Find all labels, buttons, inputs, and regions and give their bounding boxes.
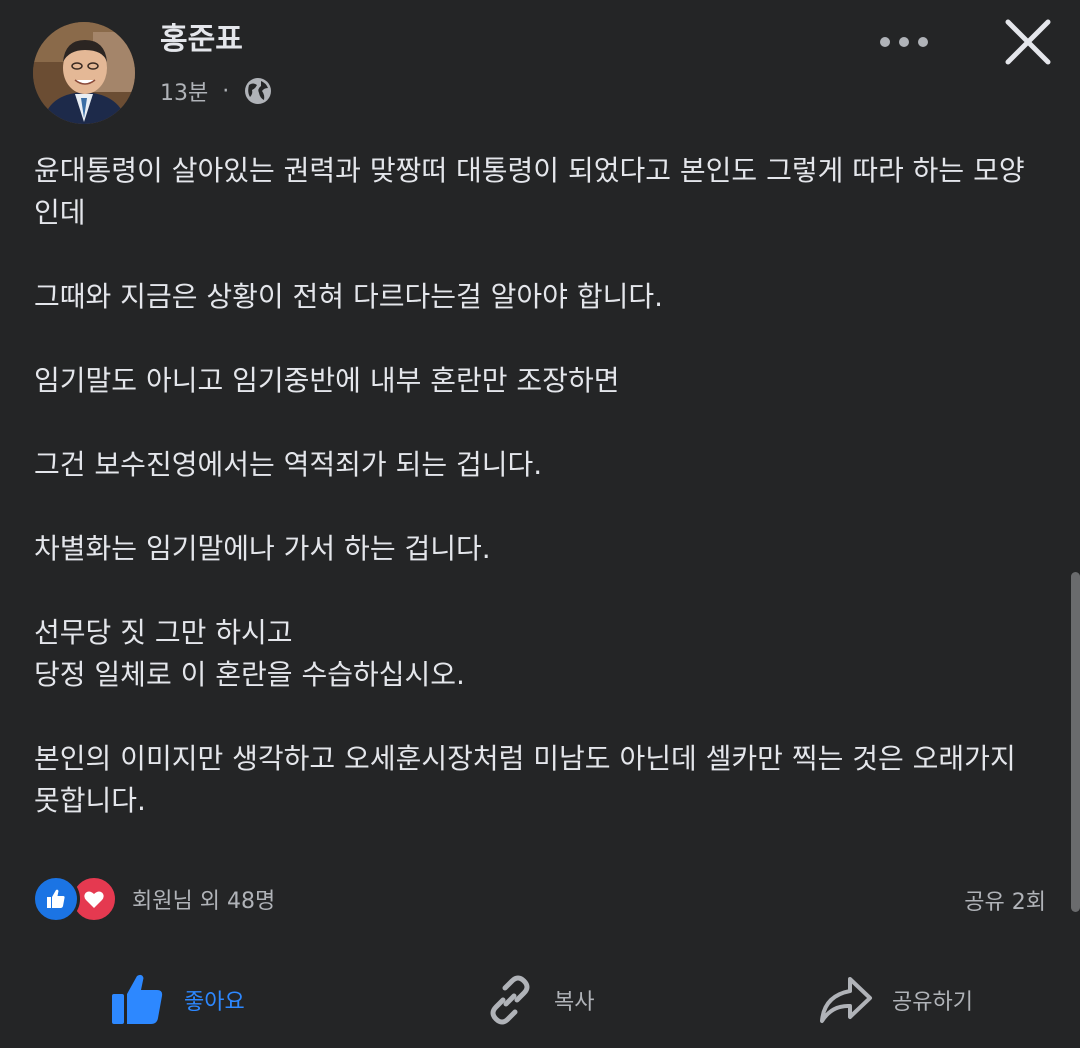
share-button[interactable]: 공유하기 — [818, 960, 973, 1040]
close-icon — [1005, 19, 1051, 65]
post-paragraph: 그건 보수진영에서는 역적죄가 되는 겁니다. — [34, 448, 543, 481]
post-paragraph: 차별화는 임기말에나 가서 하는 겁니다. — [34, 532, 491, 565]
copy-button[interactable]: 복사 — [484, 960, 594, 1040]
reaction-count[interactable]: 회원님 외 48명 — [132, 883, 275, 915]
post-body: 윤대통령이 살아있는 권력과 맞짱떠 대통령이 되었다고 본인도 그렇게 따라 … — [34, 150, 1044, 864]
share-arrow-icon — [820, 977, 872, 1023]
post-paragraph: 그때와 지금은 상황이 전혀 다르다는걸 알아야 합니다. — [34, 280, 664, 313]
like-button[interactable]: 좋아요 — [110, 960, 245, 1040]
post-meta: 13분 · — [160, 74, 273, 108]
post-paragraph: 당정 일체로 이 혼란을 수습하십시오. — [34, 658, 465, 691]
more-horizontal-icon — [880, 37, 928, 47]
post-time[interactable]: 13분 — [160, 75, 208, 107]
link-icon — [490, 975, 530, 1025]
post-paragraph: 본인의 이미지만 생각하고 오세훈시장처럼 미남도 아닌데 셀카만 찍는 것은 … — [34, 742, 1016, 817]
like-button-label: 좋아요 — [184, 990, 245, 1015]
post-paragraph: 선무당 짓 그만 하시고 — [34, 616, 293, 649]
reactions-summary[interactable]: 회원님 외 48명 — [32, 875, 275, 923]
thumbs-up-icon — [112, 974, 163, 1024]
close-button[interactable] — [1002, 16, 1054, 68]
author-name[interactable]: 홍준표 — [160, 20, 243, 60]
author-avatar[interactable] — [33, 22, 135, 124]
post-paragraph: 윤대통령이 살아있는 권력과 맞짱떠 대통령이 되었다고 본인도 그렇게 따라 … — [34, 154, 1025, 229]
meta-separator: · — [222, 78, 230, 104]
copy-button-label: 복사 — [554, 990, 595, 1015]
avatar-image — [33, 22, 135, 124]
scrollbar[interactable] — [1071, 572, 1080, 912]
action-bar: 좋아요 복사 공유하기 — [0, 960, 1080, 1040]
more-options-button[interactable] — [872, 22, 936, 62]
share-count[interactable]: 공유 2회 — [964, 884, 1046, 916]
post-paragraph: 임기말도 아니고 임기중반에 내부 혼란만 조장하면 — [34, 364, 620, 397]
share-button-label: 공유하기 — [892, 990, 973, 1015]
globe-icon — [243, 76, 273, 106]
like-icon — [32, 875, 80, 923]
